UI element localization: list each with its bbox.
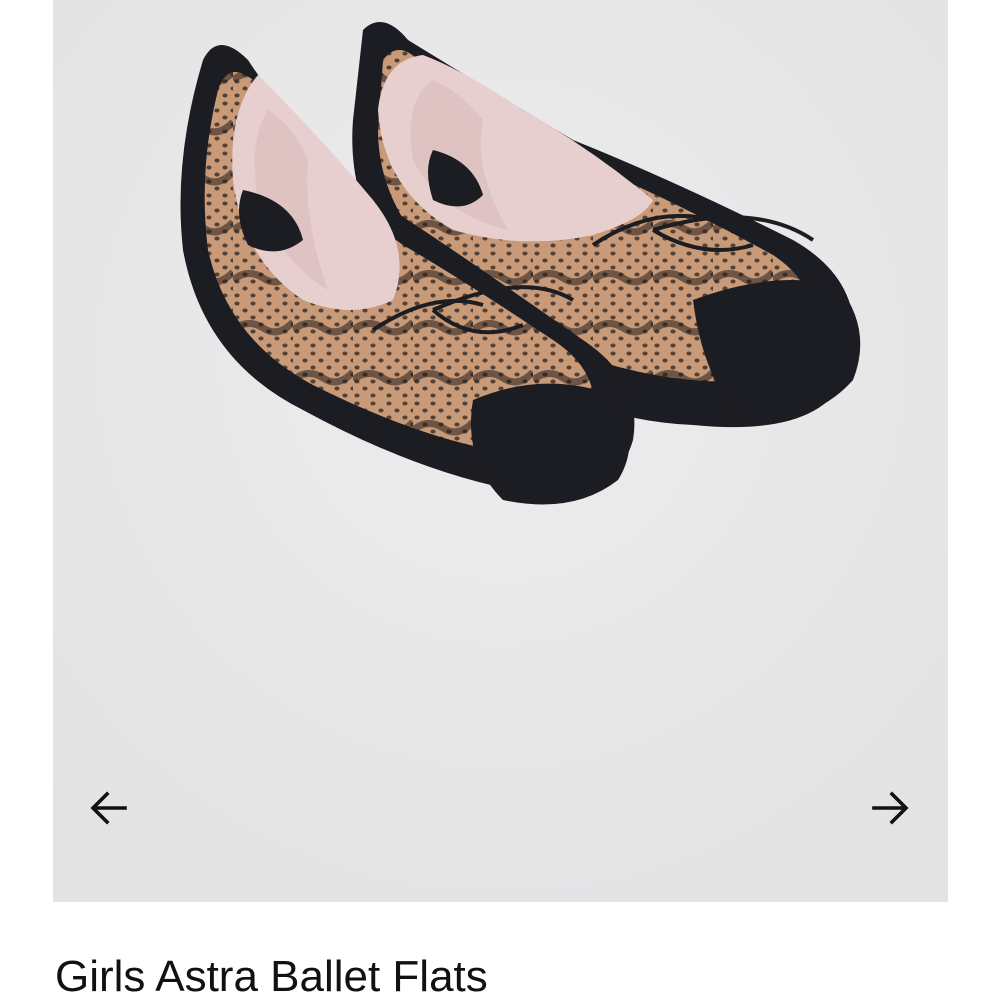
next-image-button[interactable] (862, 780, 918, 836)
previous-image-button[interactable] (81, 780, 137, 836)
arrow-left-icon (90, 791, 127, 825)
arrow-right-icon (872, 791, 909, 825)
product-image-gallery (53, 0, 948, 902)
product-page: Girls Astra Ballet Flats (0, 0, 1000, 1000)
product-title: Girls Astra Ballet Flats (55, 952, 488, 1000)
product-image (53, 0, 948, 902)
